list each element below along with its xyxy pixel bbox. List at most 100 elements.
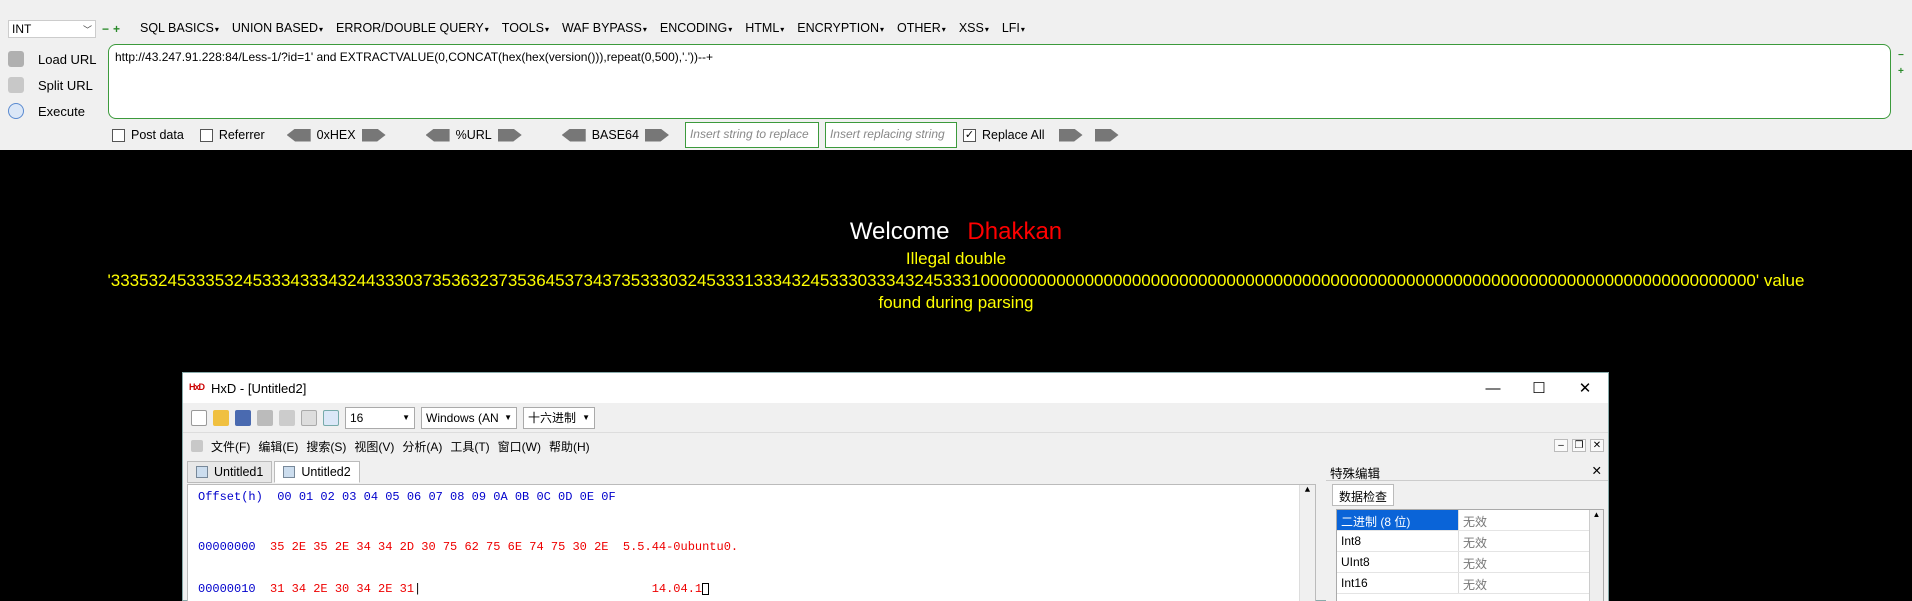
hex-label: 0xHEX	[316, 128, 356, 142]
referrer-option[interactable]: Referrer	[199, 128, 265, 142]
replace-all-checkbox[interactable]: ✓	[962, 128, 976, 142]
menu-tools[interactable]: 工具(T)	[450, 438, 489, 455]
hex-row[interactable]: 00000000 35 2E 35 2E 34 34 2D 30 75 62 7…	[198, 540, 738, 554]
menu-search[interactable]: 搜索(S)	[306, 438, 346, 455]
row-ascii: 5.5.44-0ubuntu0.	[622, 540, 739, 554]
post-data-label: Post data	[131, 128, 184, 142]
mdi-close-button[interactable]: ✕	[1590, 439, 1604, 452]
replace-reverse-arrow-icon[interactable]	[1094, 128, 1119, 142]
tab-untitled1[interactable]: Untitled1	[187, 461, 273, 483]
dropdown-arrow-icon: ▾	[1020, 25, 1025, 34]
menu-waf-bypass[interactable]: WAF BYPASS▾	[562, 21, 647, 35]
chevron-down-icon: ﹀	[82, 24, 92, 35]
mdi-minimize-button[interactable]: –	[1554, 439, 1568, 452]
menu-encryption[interactable]: ENCRYPTION▾	[797, 21, 884, 35]
inspector-key: Int8	[1337, 531, 1459, 551]
minimize-button[interactable]: —	[1470, 373, 1516, 403]
row-hex-bytes: 31 34 2E 30 34 2E 31	[270, 582, 415, 596]
plus-button[interactable]: +	[1898, 64, 1904, 80]
url-input[interactable]: http://43.247.91.228:84/Less-1/?id=1' an…	[108, 44, 1891, 119]
menu-window[interactable]: 窗口(W)	[498, 438, 541, 455]
menu-error-double-query[interactable]: ERROR/DOUBLE QUERY▾	[336, 21, 489, 35]
maximize-button[interactable]: ☐	[1516, 373, 1562, 403]
tab-label: Untitled2	[301, 465, 351, 479]
load-url-button[interactable]: Load URL	[8, 46, 108, 72]
plus-minus-controls: − +	[102, 22, 120, 36]
inspector-value: 无效	[1463, 578, 1488, 592]
execute-button[interactable]: Execute	[8, 98, 108, 124]
base64-decode-arrow-icon[interactable]	[561, 128, 586, 142]
menu-label: ENCODING	[659, 21, 728, 35]
hxd-window: HxD HxD - [Untitled2] — ☐ ✕ 16 ▼ Windows …	[182, 372, 1609, 601]
inspector-value: 无效	[1463, 557, 1488, 571]
post-data-checkbox[interactable]	[112, 128, 125, 142]
menu-help[interactable]: 帮助(H)	[549, 438, 590, 455]
injection-type-select[interactable]: INT ﹀	[8, 20, 96, 38]
menu-lfi[interactable]: LFI▾	[1002, 21, 1025, 35]
inspector-row[interactable]: Int8 无效	[1337, 531, 1603, 552]
bytes-per-row-select[interactable]: 16 ▼	[345, 406, 415, 429]
dropdown-arrow-icon: ▾	[780, 25, 785, 34]
ram-icon[interactable]	[279, 409, 295, 426]
minus-button[interactable]: −	[102, 22, 109, 36]
hex-encode-arrow-icon[interactable]	[361, 128, 386, 142]
menu-xss[interactable]: XSS▾	[959, 21, 989, 35]
open-folder-icon[interactable]	[213, 409, 229, 426]
mdi-restore-button[interactable]: ❐	[1572, 439, 1586, 452]
hex-decode-arrow-icon[interactable]	[286, 128, 311, 142]
mdi-controls: – ❐ ✕	[1554, 439, 1604, 452]
menu-html[interactable]: HTML▾	[745, 21, 784, 35]
split-url-button[interactable]: Split URL	[8, 72, 108, 98]
menu-analysis[interactable]: 分析(A)	[402, 438, 442, 455]
welcome-text: Welcome	[849, 218, 950, 245]
disk-icon[interactable]	[257, 409, 273, 426]
menu-label: ERROR/DOUBLE QUERY	[336, 21, 484, 35]
menu-file[interactable]: 文件(F)	[211, 438, 250, 455]
menu-sql-basics[interactable]: SQL BASICS▾	[140, 21, 219, 35]
hxd-menubar: 文件(F) 编辑(E) 搜索(S) 视图(V) 分析(A) 工具(T) 窗口(W…	[183, 433, 1608, 459]
page-icon[interactable]	[301, 409, 317, 426]
hex-row[interactable]: 00000010 31 34 2E 30 34 2E 31| 14.04.1	[198, 582, 738, 596]
referrer-checkbox[interactable]	[199, 128, 213, 142]
minus-button[interactable]: −	[1898, 48, 1904, 64]
tab-data-inspector[interactable]: 数据检查	[1332, 484, 1395, 506]
menu-edit[interactable]: 编辑(E)	[258, 438, 298, 455]
post-data-option[interactable]: Post data	[112, 128, 184, 142]
panel-close-icon[interactable]: ✕	[1592, 463, 1602, 478]
error-line-3: found during parsing	[878, 293, 1034, 312]
menu-view[interactable]: 视图(V)	[354, 438, 394, 455]
menu-union-based[interactable]: UNION BASED▾	[232, 21, 323, 35]
save-icon[interactable]	[235, 409, 251, 426]
hex-editor[interactable]: Offset(h) 00 01 02 03 04 05 06 07 08 09 …	[187, 484, 1316, 601]
menu-label: ENCRYPTION	[797, 21, 880, 35]
inspector-row[interactable]: Int16 无效	[1337, 573, 1603, 594]
menu-other[interactable]: OTHER▾	[897, 21, 946, 35]
width-icon	[323, 409, 339, 426]
replace-string-input[interactable]: Insert string to replace	[684, 122, 819, 148]
welcome-name: Dhakkan	[967, 218, 1063, 245]
menu-label: XSS	[958, 21, 984, 35]
menu-encoding[interactable]: ENCODING▾	[660, 21, 732, 35]
inspector-row[interactable]: 二进制 (8 位) 无效	[1337, 510, 1603, 531]
inspector-row[interactable]: UInt8 无效	[1337, 552, 1603, 573]
url-encode-arrow-icon[interactable]	[497, 128, 522, 142]
replacing-string-input[interactable]: Insert replacing string	[824, 122, 957, 148]
url-box-plus-minus: − +	[1898, 48, 1904, 80]
hex-scrollbar[interactable]: ▲	[1299, 485, 1315, 601]
close-button[interactable]: ✕	[1562, 373, 1608, 403]
replace-arrow-icon[interactable]	[1058, 128, 1083, 142]
inspector-scrollbar[interactable]: ▲	[1589, 510, 1603, 601]
number-base-select[interactable]: 十六进制 ▼	[523, 406, 595, 429]
replace-all-option[interactable]: ✓ Replace All	[962, 128, 1045, 142]
scroll-up-icon[interactable]: ▲	[1593, 510, 1601, 519]
menu-tools[interactable]: TOOLS▾	[502, 21, 549, 35]
base64-encode-arrow-icon[interactable]	[644, 128, 669, 142]
plus-button[interactable]: +	[113, 22, 120, 36]
scroll-up-icon[interactable]: ▲	[1305, 485, 1310, 495]
window-controls: — ☐ ✕	[1470, 373, 1608, 403]
error-line-1: Illegal double	[905, 249, 1007, 268]
new-file-icon[interactable]	[191, 409, 207, 426]
charset-select[interactable]: Windows (AN ▼	[421, 406, 517, 429]
url-decode-arrow-icon[interactable]	[425, 128, 450, 142]
tab-untitled2[interactable]: Untitled2	[274, 461, 360, 483]
